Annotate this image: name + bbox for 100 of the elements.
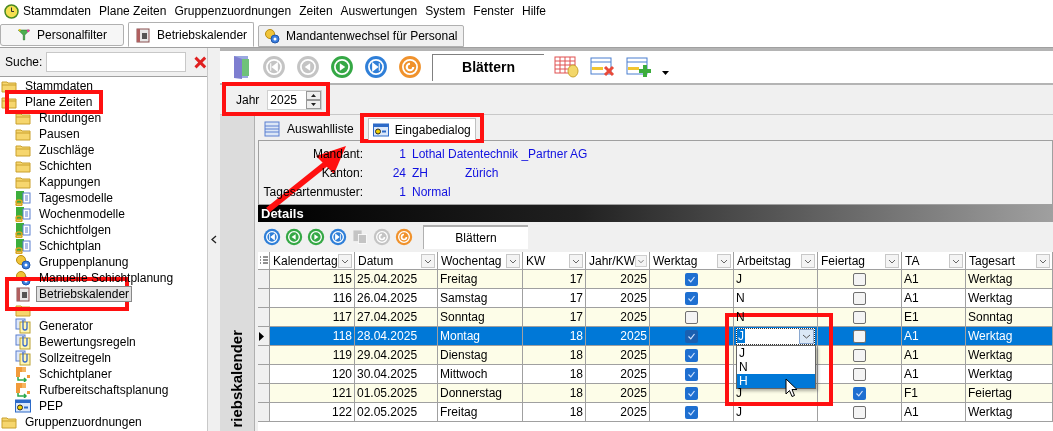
tree-item[interactable]: Bewertungsregeln [36,334,139,350]
table-row[interactable]: 116 26.04.2025 Samstag 17 2025 N A1 Werktag [258,289,1053,308]
table-row[interactable]: 121 01.05.2025 Donnerstag 18 2025 J F1 Feiertag [258,384,1053,403]
door-icon[interactable] [232,54,252,80]
menu-item[interactable]: Plane Zeiten [95,2,171,20]
checkbox[interactable] [685,329,698,343]
tree-item[interactable]: Rufbereitschaftsplanung [36,382,172,398]
row-pointer-icon [258,331,265,341]
play-icon[interactable] [307,228,325,246]
chevron-down-icon[interactable] [338,253,352,268]
checkbox[interactable] [685,310,698,324]
close-icon[interactable] [194,55,207,69]
document-chain-icon [15,206,31,222]
tree-item[interactable]: PEP [36,398,66,414]
checkbox[interactable] [685,272,698,286]
checkbox[interactable] [853,329,866,343]
checkbox[interactable] [685,348,698,362]
chevron-down-icon[interactable] [569,253,583,268]
folder-icon [15,175,31,189]
chevron-down-icon[interactable] [506,253,520,268]
table-cell-text: 18 [569,366,583,383]
search-field[interactable] [46,52,187,72]
dropdown-field[interactable]: J [736,327,815,345]
tree-item[interactable]: Gruppenzuordnungen [22,414,145,430]
chevron-down-icon[interactable] [949,253,963,268]
back-icon[interactable] [285,228,303,246]
tree-item[interactable]: Pausen [36,126,83,142]
tree-item[interactable]: Zuschläge [36,142,98,158]
gears-icon [15,254,31,270]
tree-item[interactable]: Schichten [36,158,95,174]
year-spinner[interactable]: 2025 [267,89,323,110]
tab[interactable]: Auswahlliste [259,118,358,140]
tree-item[interactable]: Schichtplaner [36,366,115,382]
tree-item[interactable]: Tagesmodelle [36,190,117,206]
calendar-icon [15,286,31,302]
tree-item[interactable]: Gruppenplanung [36,254,132,270]
checkbox[interactable] [685,367,698,381]
dropdown-option[interactable]: J [737,346,815,360]
tree-item[interactable]: Plane Zeiten [22,94,96,110]
spinner-arrows-icon[interactable] [306,90,322,109]
checkbox[interactable] [853,272,866,286]
checkbox[interactable] [853,348,866,362]
table-database-icon[interactable] [554,55,580,79]
menu-item[interactable]: Stammdaten [19,2,96,20]
table-cell-text: 25.04.2025 [357,271,418,288]
menu-item[interactable]: Auswertungen [336,2,422,20]
checkbox[interactable] [685,386,698,400]
year-label: Jahr [236,91,260,109]
table-row[interactable]: 122 02.05.2025 Freitag 18 2025 J A1 Werktag [258,403,1053,422]
side-tab[interactable]: riebskalender [220,115,255,431]
tab[interactable]: Personalfilter [0,24,124,46]
checkbox[interactable] [853,291,866,305]
menu-item[interactable]: System [421,2,470,20]
tree-item[interactable]: Schichtfolgen [36,222,115,238]
chevron-down-icon[interactable] [717,253,731,268]
tree-item[interactable]: Kappungen [36,174,104,190]
chevron-down-icon[interactable] [421,253,435,268]
table-row[interactable]: 115 25.04.2025 Freitag 17 2025 J A1 Werktag [258,270,1053,289]
field-value: Lothal Datentechnik _Partner AG [412,145,588,163]
tree-item[interactable]: Stammdaten [22,78,97,94]
row-delete-icon[interactable] [590,56,616,78]
skip-forward-icon[interactable] [329,228,347,246]
tab[interactable]: Eingabedialog [367,118,476,140]
folder-icon [15,111,31,125]
dropdown-option[interactable]: H [737,374,815,388]
table-cell-text: 2025 [620,328,647,345]
tree-item[interactable]: Schichtplan [36,238,105,254]
menu-item[interactable]: Zeiten [295,2,337,20]
tab[interactable]: Mandantenwechsel für Personal [258,25,464,47]
play-icon[interactable] [330,55,354,79]
checkbox[interactable] [853,405,866,419]
table-cell-text: Dienstag [440,347,488,364]
tree-item[interactable]: Sollzeitregeln [36,350,115,366]
menu-item[interactable]: Gruppenzuordnungen [170,2,296,20]
row-header[interactable] [258,327,270,346]
chevron-down-icon[interactable] [885,253,899,268]
chevron-down-icon[interactable] [801,253,815,268]
menu-item[interactable]: Fenster [469,2,518,20]
menu-item[interactable]: Hilfe [518,2,550,20]
checkbox[interactable] [685,405,698,419]
table-cell-text: 2025 [620,271,647,288]
tree-item[interactable]: Betriebskalender [36,286,133,302]
caret-down-icon[interactable] [662,71,669,75]
skip-back-icon[interactable] [263,228,281,246]
chevron-down-icon[interactable] [1036,253,1050,268]
table-cell-text: Freitag [440,404,478,421]
tree-item[interactable]: Rundungen [36,110,105,126]
row-add-icon[interactable] [626,56,652,78]
tab[interactable]: Betriebskalender [128,22,255,47]
chevron-down-icon[interactable] [799,328,814,344]
checkbox[interactable] [853,386,866,400]
checkbox[interactable] [853,367,866,381]
document-chain-icon [15,222,31,238]
checkbox[interactable] [853,310,866,324]
tree-item[interactable]: Generator [36,318,97,334]
window-icon [372,122,389,137]
skip-forward-icon[interactable] [364,55,388,79]
checkbox[interactable] [685,291,698,305]
field-number: 24 [392,164,406,182]
tree-item[interactable]: Wochenmodelle [36,206,128,222]
